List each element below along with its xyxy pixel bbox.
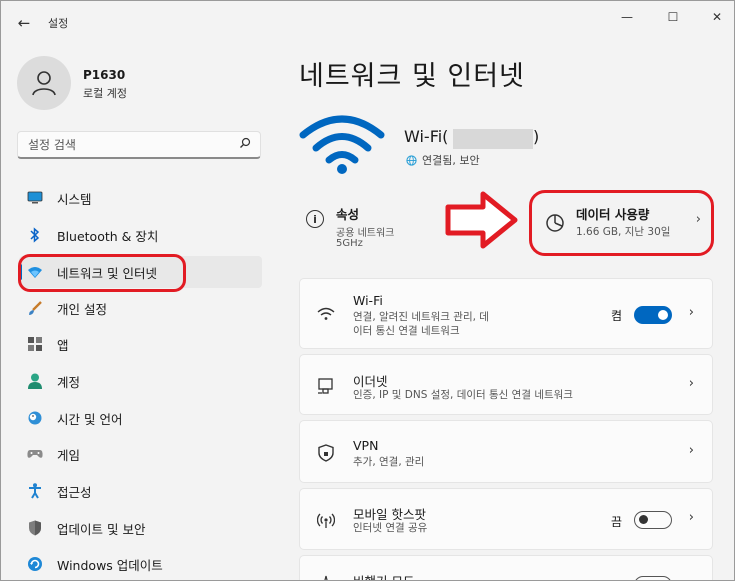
wifi-desc-line1: 연결, 알려진 네트워크 관리, 데 xyxy=(353,311,489,323)
annotation-arrow xyxy=(445,191,518,249)
airplane-icon xyxy=(316,574,336,580)
chevron-right-icon: › xyxy=(688,510,694,525)
wifi-toggle-state: 켬 xyxy=(610,309,622,323)
sidebar-item-label: Windows 업데이트 xyxy=(57,557,163,573)
close-icon: ✕ xyxy=(711,10,723,24)
annotation-highlight-sidebar xyxy=(18,254,186,292)
settings-window: ← 설정 — ☐ ✕ P1630 로컬 계정 설정 검색 시스템 Bluetoo… xyxy=(0,0,735,581)
back-button[interactable]: ← xyxy=(11,10,37,36)
sidebar-item-update-security[interactable]: 업데이트 및 보안 xyxy=(19,512,262,544)
mobile-hotspot-card[interactable]: 모바일 핫스팟 인터넷 연결 공유 끔 › xyxy=(299,488,713,550)
data-usage-button[interactable]: 데이터 사용량 1.66 GB, 지난 30일 › xyxy=(529,190,714,256)
wifi-toggle[interactable] xyxy=(634,306,672,324)
search-placeholder: 설정 검색 xyxy=(28,138,76,152)
account-type: 로컬 계정 xyxy=(83,87,127,100)
search-input[interactable]: 설정 검색 xyxy=(17,131,261,159)
clock-globe-icon xyxy=(27,410,43,426)
avatar[interactable] xyxy=(17,56,71,110)
ethernet-icon xyxy=(316,376,336,396)
pie-chart-icon xyxy=(546,214,564,232)
ethernet-card[interactable]: 이더넷 인증, IP 및 DNS 설정, 데이터 통신 연결 네트워크 › xyxy=(299,354,713,415)
hotspot-toggle-state: 끔 xyxy=(610,515,622,529)
chevron-right-icon: › xyxy=(688,443,694,458)
search-icon xyxy=(239,137,251,152)
wifi-title: Wi-Fi xyxy=(353,293,383,308)
data-usage-detail: 1.66 GB, 지난 30일 xyxy=(576,226,671,238)
vpn-title: VPN xyxy=(353,438,379,453)
hotspot-icon xyxy=(316,511,336,531)
connection-name: Wi-Fi( xyxy=(404,127,449,146)
sidebar-item-system[interactable]: 시스템 xyxy=(19,182,262,214)
vpn-shield-icon xyxy=(316,443,336,463)
sidebar-item-label: Bluetooth & 장치 xyxy=(57,228,159,244)
connection-status: 연결됨, 보안 xyxy=(406,152,480,168)
back-arrow-icon: ← xyxy=(17,14,31,32)
sidebar-item-windows-update[interactable]: Windows 업데이트 xyxy=(19,548,262,580)
accessibility-icon xyxy=(27,483,43,499)
airplane-toggle[interactable] xyxy=(634,576,672,580)
sidebar-item-apps[interactable]: 앱 xyxy=(19,328,262,360)
airplane-mode-card[interactable]: 비행기 모드 xyxy=(299,555,713,580)
wifi-icon xyxy=(316,304,336,324)
shield-icon xyxy=(27,520,43,536)
sidebar-item-label: 업데이트 및 보안 xyxy=(57,521,146,537)
sidebar-item-accounts[interactable]: 계정 xyxy=(19,365,262,397)
sidebar-item-time-language[interactable]: 시간 및 언어 xyxy=(19,402,262,434)
chevron-right-icon: › xyxy=(695,212,701,227)
ethernet-desc: 인증, IP 및 DNS 설정, 데이터 통신 연결 네트워크 xyxy=(353,389,573,401)
bluetooth-icon xyxy=(27,227,43,243)
page-title: 네트워크 및 인터넷 xyxy=(299,61,525,92)
chevron-right-icon: › xyxy=(688,376,694,391)
sidebar-item-label: 계정 xyxy=(57,374,81,390)
sidebar-item-label: 시간 및 언어 xyxy=(57,411,123,427)
title-bar: ← 설정 — ☐ ✕ xyxy=(1,1,734,41)
chevron-right-icon: › xyxy=(688,305,694,320)
sidebar-item-gaming[interactable]: 게임 xyxy=(19,438,262,470)
brush-icon xyxy=(27,300,43,316)
sidebar-item-label: 개인 설정 xyxy=(57,301,107,317)
app-title: 설정 xyxy=(48,17,69,30)
wifi-card[interactable]: Wi-Fi 연결, 알려진 네트워크 관리, 데 이터 통신 연결 네트워크 켬… xyxy=(299,278,713,349)
globe-icon xyxy=(406,154,417,166)
network-type: 공용 네트워크 xyxy=(336,228,395,239)
monitor-icon xyxy=(27,190,43,206)
hotspot-toggle[interactable] xyxy=(634,511,672,529)
info-icon: i xyxy=(306,210,324,228)
data-usage-title: 데이터 사용량 xyxy=(576,207,650,222)
close-button[interactable]: ✕ xyxy=(694,1,734,33)
user-icon xyxy=(32,71,56,96)
properties-title: 속성 xyxy=(336,207,360,222)
connection-name-suffix: ) xyxy=(533,127,540,146)
vpn-card[interactable]: VPN 추가, 연결, 관리 › xyxy=(299,420,713,483)
update-icon xyxy=(27,556,43,572)
profile-name: P1630 xyxy=(83,68,126,82)
ssid-redaction xyxy=(453,129,533,149)
network-band: 5GHz xyxy=(336,238,363,249)
account-icon xyxy=(27,373,43,389)
sidebar-item-label: 접근성 xyxy=(57,484,92,500)
wifi-desc-line2: 이터 통신 연결 네트워크 xyxy=(353,325,460,337)
vpn-desc: 추가, 연결, 관리 xyxy=(353,456,425,468)
minimize-button[interactable]: — xyxy=(604,1,650,33)
minimize-icon: — xyxy=(621,10,633,24)
sidebar-item-personalization[interactable]: 개인 설정 xyxy=(19,292,262,324)
sidebar-item-label: 앱 xyxy=(57,337,69,353)
sidebar-item-accessibility[interactable]: 접근성 xyxy=(19,475,262,507)
apps-icon xyxy=(27,336,43,352)
gamepad-icon xyxy=(27,446,43,462)
sidebar-item-label: 게임 xyxy=(57,447,81,463)
maximize-button[interactable]: ☐ xyxy=(650,1,696,33)
maximize-icon: ☐ xyxy=(667,10,679,24)
sidebar-item-label: 시스템 xyxy=(57,191,92,207)
wifi-icon xyxy=(299,115,385,174)
hotspot-desc: 인터넷 연결 공유 xyxy=(353,522,428,534)
airplane-title: 비행기 모드 xyxy=(353,571,414,580)
connection-status-text: 연결됨, 보안 xyxy=(422,154,480,167)
sidebar-item-bluetooth[interactable]: Bluetooth & 장치 xyxy=(19,219,262,251)
